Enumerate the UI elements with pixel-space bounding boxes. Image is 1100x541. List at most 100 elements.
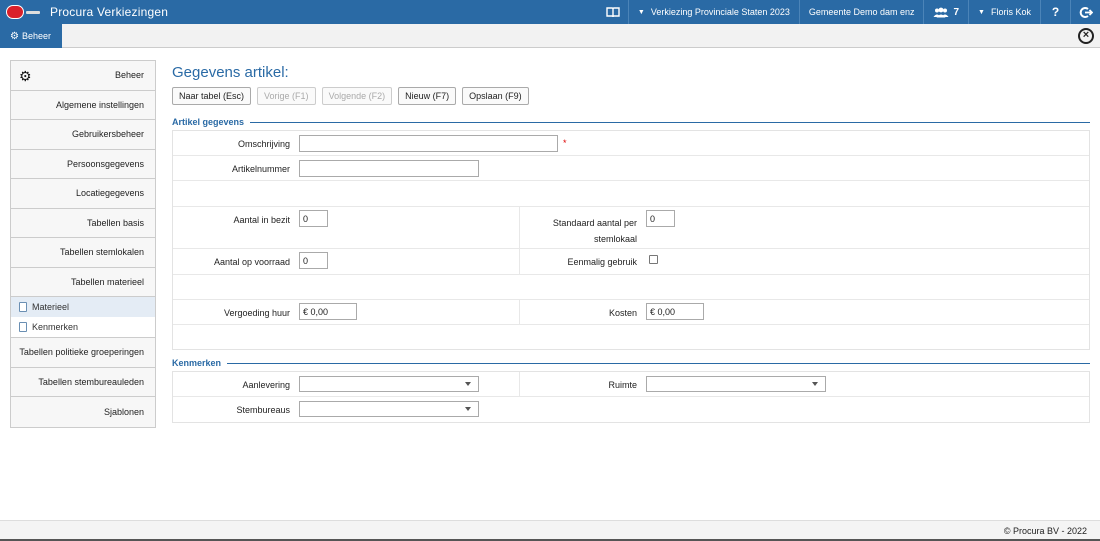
sidebar-subitem-kenmerken[interactable]: Kenmerken (11, 317, 155, 337)
election-selector[interactable]: ▼ Verkiezing Provinciale Staten 2023 (627, 0, 799, 24)
copyright-text: © Procura BV - 2022 (1003, 526, 1087, 536)
aanlevering-label: Aanlevering (242, 380, 290, 390)
sidebar-item-gebruikersbeheer[interactable]: Gebruikersbeheer (11, 120, 155, 150)
column-divider (519, 300, 520, 324)
column-divider (519, 249, 520, 274)
sidebar-item-label: Gebruikersbeheer (71, 129, 144, 140)
sidebar-item-tabellen-politieke-groeperingen[interactable]: Tabellen politieke groeperingen (11, 338, 155, 368)
aantal-op-voorraad-label: Aantal op voorraad (213, 257, 290, 267)
previous-button[interactable]: Vorige (F1) (257, 87, 316, 105)
tab-beheer-label: Beheer (21, 31, 51, 41)
document-icon (19, 302, 27, 312)
caret-down-icon: ▼ (637, 8, 645, 16)
footer: © Procura BV - 2022 (0, 520, 1100, 541)
next-button[interactable]: Volgende (F2) (321, 87, 393, 105)
sidebar-item-sjablonen[interactable]: Sjablonen (11, 397, 155, 427)
sidebar-item-algemene-instellingen[interactable]: Algemene instellingen (11, 90, 155, 120)
sidebar-item-label: Sjablonen (103, 406, 144, 417)
sidebar: ⚙ Beheer Algemene instellingen Gebruiker… (10, 60, 156, 428)
column-divider (519, 207, 520, 248)
aantal-in-bezit-input[interactable] (299, 210, 328, 227)
aantal-op-voorraad-input[interactable] (299, 252, 328, 269)
eenmalig-gebruik-checkbox[interactable] (649, 255, 658, 264)
back-to-table-button[interactable]: Naar tabel (Esc) (172, 87, 252, 105)
new-button[interactable]: Nieuw (F7) (398, 87, 457, 105)
gear-icon: ⚙ (10, 30, 19, 42)
kosten-label: Kosten (608, 308, 637, 318)
logout-button[interactable] (1070, 0, 1100, 24)
sidebar-item-label: Tabellen basis (86, 217, 144, 228)
top-bar: Procura Verkiezingen ▼ Verkiezing Provinc… (0, 0, 1100, 24)
kosten-input[interactable] (646, 303, 704, 320)
artikel-form: Omschrijving * Artikelnummer Aantal in b… (172, 130, 1090, 350)
sidebar-item-tabellen-stemlokalen[interactable]: Tabellen stemlokalen (11, 238, 155, 268)
chevron-down-icon (812, 382, 818, 386)
section-kenmerken: Kenmerken (172, 357, 1090, 369)
toolbar: Naar tabel (Esc) Vorige (F1) Volgende (F… (172, 87, 529, 105)
standaard-aantal-label-line2: stemlokaal (593, 234, 637, 244)
omschrijving-label: Omschrijving (237, 139, 290, 149)
chevron-down-icon (465, 407, 471, 411)
stembureaus-select[interactable] (299, 401, 479, 417)
column-divider (519, 372, 520, 396)
help-icon: ? (1051, 5, 1060, 19)
artikelnummer-label: Artikelnummer (231, 164, 290, 174)
omschrijving-input[interactable] (299, 135, 558, 152)
sidebar-item-persoonsgegevens[interactable]: Persoonsgegevens (11, 149, 155, 179)
user-name: Floris Kok (990, 7, 1031, 17)
row-stembureaus: Stembureaus (173, 397, 1089, 422)
section-artikel-gegevens: Artikel gegevens (172, 116, 1090, 128)
row-artikelnummer: Artikelnummer (173, 156, 1089, 181)
help-button[interactable]: ? (1040, 0, 1070, 24)
close-icon[interactable]: × (1078, 28, 1094, 44)
section-title: Kenmerken (172, 358, 222, 368)
chevron-down-icon (465, 382, 471, 386)
sidebar-item-label: Tabellen politieke groeperingen (19, 347, 144, 358)
sidebar-subitem-label: Kenmerken (32, 322, 79, 332)
app-title: Procura Verkiezingen (50, 5, 169, 19)
eenmalig-gebruik-label: Eenmalig gebruik (567, 257, 637, 267)
user-menu[interactable]: ▼ Floris Kok (968, 0, 1040, 24)
standaard-aantal-label-line1: Standaard aantal per (552, 218, 637, 228)
vergoeding-huur-input[interactable] (299, 303, 357, 320)
sidebar-submenu: Materieel Kenmerken (11, 297, 155, 338)
sidebar-item-beheer[interactable]: ⚙ Beheer (11, 61, 155, 91)
required-marker: * (563, 138, 567, 148)
municipality-text: Gemeente Demo dam enz (808, 7, 915, 17)
municipality-label[interactable]: Gemeente Demo dam enz (798, 0, 924, 24)
ruimte-label: Ruimte (608, 380, 637, 390)
row-spacer (173, 275, 1089, 300)
vergoeding-huur-label: Vergoeding huur (223, 308, 290, 318)
tab-beheer[interactable]: ⚙ Beheer (0, 24, 62, 48)
artikelnummer-input[interactable] (299, 160, 479, 177)
sidebar-item-label: Persoonsgegevens (66, 158, 144, 169)
sidebar-item-tabellen-basis[interactable]: Tabellen basis (11, 208, 155, 238)
users-icon (933, 7, 949, 17)
procura-logo[interactable] (0, 0, 42, 24)
sidebar-head-label: Beheer (114, 70, 144, 81)
section-divider (227, 362, 1090, 364)
sidebar-item-tabellen-materieel[interactable]: Tabellen materieel (11, 267, 155, 297)
sidebar-subitem-label: Materieel (32, 302, 70, 312)
sidebar-item-label: Algemene instellingen (55, 99, 144, 110)
logo-badge (6, 5, 40, 19)
row-spacer (173, 325, 1089, 349)
sidebar-item-label: Locatiegegevens (75, 188, 144, 199)
ruimte-select[interactable] (646, 376, 826, 392)
users-button[interactable]: 7 (923, 0, 968, 24)
stembureaus-label: Stembureaus (236, 405, 290, 415)
gear-icon: ⚙ (19, 68, 32, 84)
sub-bar: ⚙ Beheer × (0, 24, 1100, 48)
section-title: Artikel gegevens (172, 117, 245, 127)
save-button[interactable]: Opslaan (F9) (462, 87, 529, 105)
standaard-aantal-input[interactable] (646, 210, 675, 227)
row-aanlevering: Aanlevering Ruimte (173, 372, 1089, 397)
sidebar-item-locatiegegevens[interactable]: Locatiegegevens (11, 179, 155, 209)
book-icon[interactable] (598, 0, 628, 24)
sidebar-item-tabellen-stembureauleden[interactable]: Tabellen stembureauleden (11, 367, 155, 397)
logout-icon (1079, 6, 1093, 18)
sidebar-subitem-materieel[interactable]: Materieel (11, 297, 155, 317)
aanlevering-select[interactable] (299, 376, 479, 392)
sidebar-item-label: Tabellen materieel (70, 276, 144, 287)
users-count: 7 (953, 6, 960, 18)
